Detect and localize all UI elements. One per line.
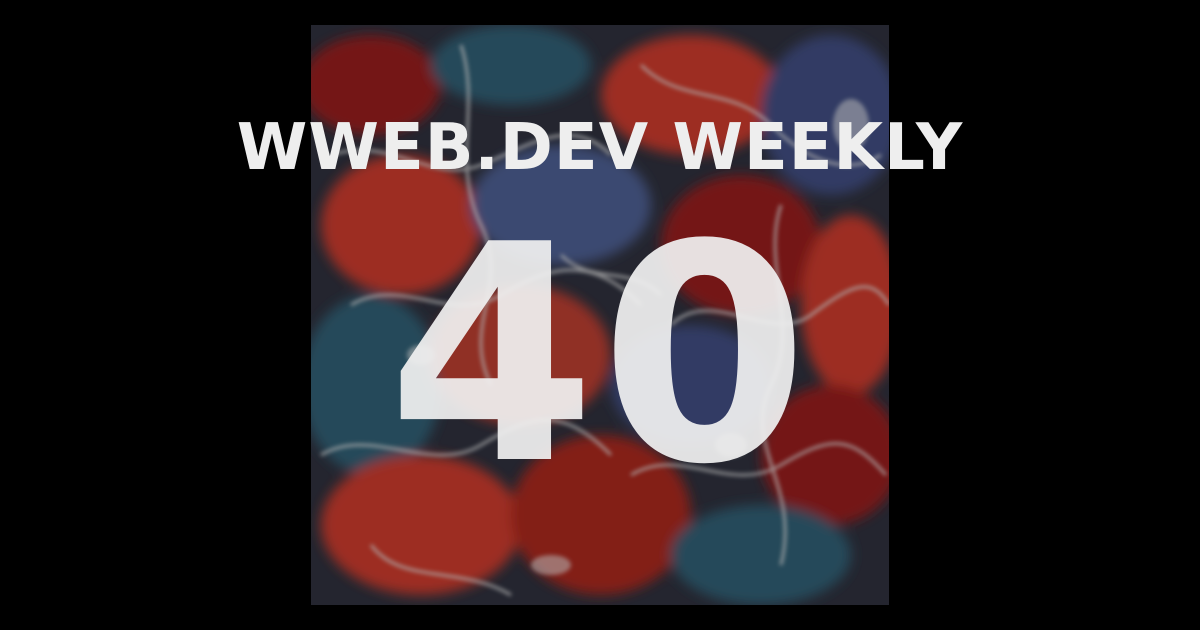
issue-number: 40 xyxy=(387,181,813,530)
cover-canvas: WWEB.DEV WEEKLY 40 xyxy=(0,0,1200,630)
newsletter-title: WWEB.DEV WEEKLY xyxy=(236,111,964,185)
